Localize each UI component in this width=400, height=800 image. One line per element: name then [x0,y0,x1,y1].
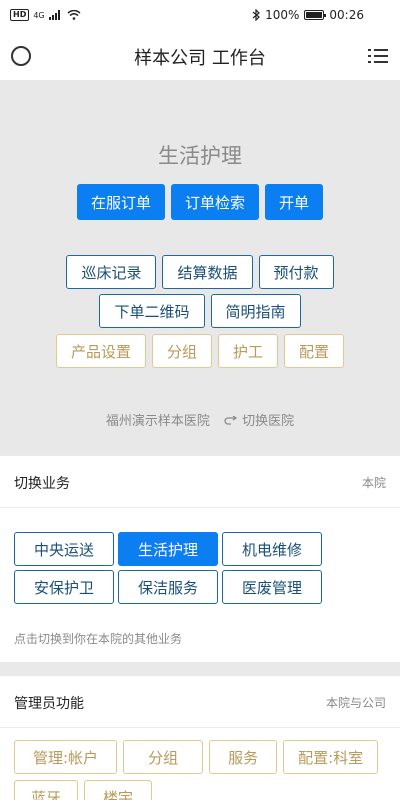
admin-functions-card: 管理员功能 本院与公司 管理:帐户 分组 服务 配置:科室 蓝牙 楼宇 [0,676,400,800]
admin-services-button[interactable]: 服务 [209,740,278,774]
switch-icon [224,415,238,425]
network-label: 4G [33,10,45,20]
admin-header: 管理员功能 本院与公司 [0,676,400,728]
hospital-name: 福州演示样本医院 [105,414,210,429]
business-security[interactable]: 安保护卫 [14,570,114,604]
app-header: 样本公司 工作台 [0,32,400,80]
signal-icon [48,10,60,20]
business-life-care[interactable]: 生活护理 [118,532,218,566]
group-button[interactable]: 分组 [151,334,212,368]
outline-actions-row2: 下单二维码 简明指南 [0,294,400,328]
prepayment-button[interactable]: 预付款 [258,255,334,289]
admin-accounts-button[interactable]: 管理:帐户 [14,740,118,774]
status-right: 100% 00:26 [252,8,364,22]
business-grid: 中央运送 生活护理 机电维修 安保护卫 保洁服务 医废管理 [14,532,386,604]
outline-actions-row1: 巡床记录 结算数据 预付款 [0,255,400,289]
switch-business-header: 切换业务 本院 [0,456,400,508]
business-central-transport[interactable]: 中央运送 [14,532,114,566]
switch-business-card: 切换业务 本院 中央运送 生活护理 机电维修 安保护卫 保洁服务 医废管理 点击… [0,456,400,662]
page-title: 样本公司 工作台 [134,48,266,69]
bluetooth-icon [252,9,260,21]
service-panel: 生活护理 在服订单 订单检索 开单 巡床记录 结算数据 预付款 下单二维码 简明… [0,80,400,452]
product-settings-button[interactable]: 产品设置 [55,334,146,368]
caregiver-button[interactable]: 护工 [218,334,279,368]
primary-actions: 在服订单 订单检索 开单 [0,184,400,220]
admin-buildings-button[interactable]: 楼宇 [84,780,153,800]
guide-button[interactable]: 简明指南 [210,294,301,328]
business-hint: 点击切换到你在本院的其他业务 [14,632,183,646]
admin-settings-row: 产品设置 分组 护工 配置 [0,334,400,368]
wifi-icon [67,10,81,20]
switch-hospital-link[interactable]: 切换医院 [224,414,294,429]
order-search-button[interactable]: 订单检索 [170,184,259,220]
ward-round-button[interactable]: 巡床记录 [66,255,157,289]
switch-business-title: 切换业务 [14,476,70,492]
business-cleaning[interactable]: 保洁服务 [118,570,218,604]
settlement-button[interactable]: 结算数据 [162,255,253,289]
create-order-button[interactable]: 开单 [265,184,324,220]
switch-hospital-label: 切换医院 [242,414,295,429]
admin-departments-button[interactable]: 配置:科室 [283,740,379,774]
config-button[interactable]: 配置 [284,334,345,368]
battery-percent: 100% [265,8,300,22]
battery-icon [304,10,327,20]
admin-scope: 本院与公司 [325,696,386,710]
status-left: HD 4G [10,9,81,21]
active-orders-button[interactable]: 在服订单 [76,184,165,220]
status-bar: HD 4G 100% 00:26 [0,0,400,32]
business-medical-waste[interactable]: 医废管理 [222,570,322,604]
order-qrcode-button[interactable]: 下单二维码 [99,294,205,328]
admin-bluetooth-button[interactable]: 蓝牙 [14,780,79,800]
hospital-line: 福州演示样本医院 切换医院 [0,410,400,429]
hd-icon: HD [10,9,30,21]
admin-grid-row1: 管理:帐户 分组 服务 配置:科室 [14,740,400,774]
business-electromech-repair[interactable]: 机电维修 [222,532,322,566]
switch-business-scope: 本院 [361,476,386,490]
admin-title: 管理员功能 [14,696,84,712]
list-menu-icon[interactable] [368,48,388,64]
admin-grid-row2: 蓝牙 楼宇 [14,780,400,800]
clock: 00:26 [329,8,364,22]
service-title: 生活护理 [158,144,242,168]
admin-groups-button[interactable]: 分组 [123,740,204,774]
